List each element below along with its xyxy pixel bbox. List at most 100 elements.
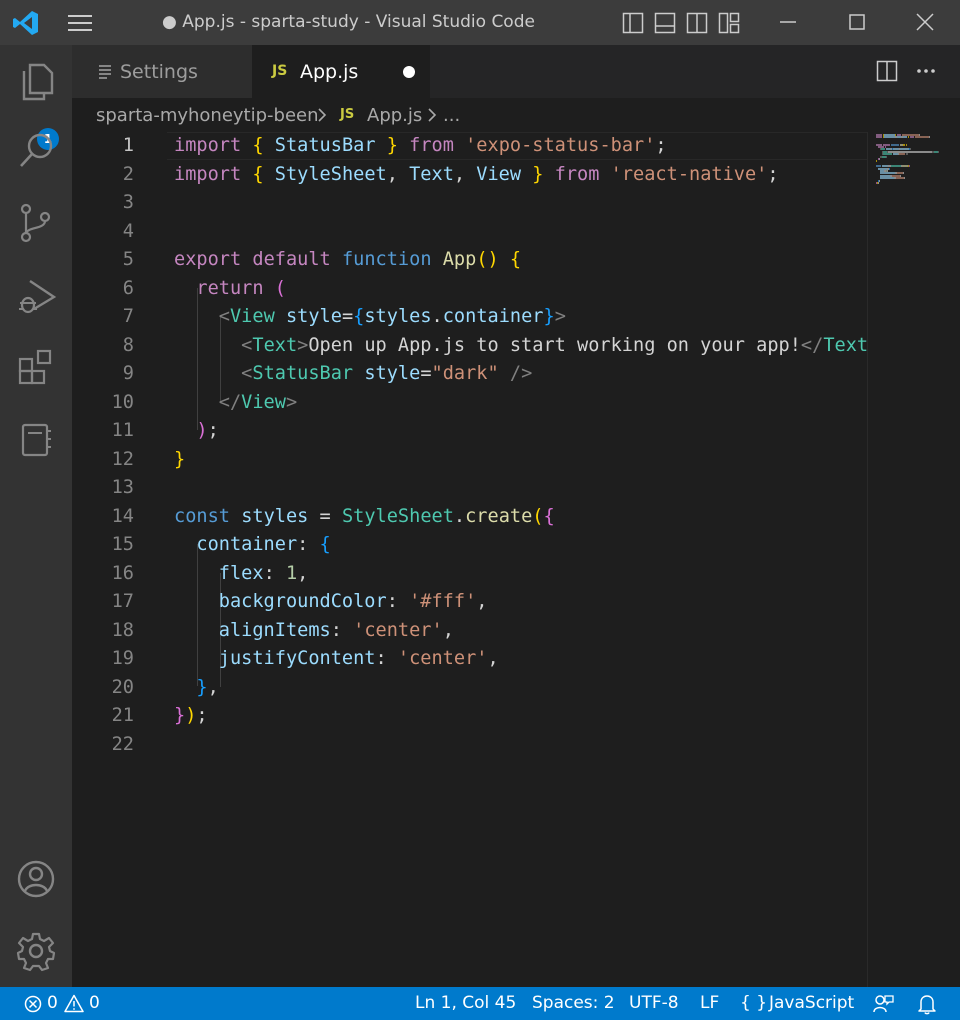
code-token: }	[386, 135, 398, 156]
code-token: create	[465, 505, 533, 527]
explorer-icon[interactable]	[14, 59, 58, 103]
code-token: return	[196, 277, 264, 299]
code-editor[interactable]: 1 import { StatusBar } from 'expo-status-…	[72, 132, 867, 987]
code-line[interactable]: 9 <StatusBar style="dark" />	[72, 360, 867, 389]
indentation[interactable]: Spaces: 2	[532, 993, 615, 1013]
minimize-icon[interactable]	[776, 10, 800, 34]
code-token: ,	[207, 676, 219, 698]
title-bar: ● App.js - sparta-study - Visual Studio …	[0, 0, 960, 45]
notebook-icon[interactable]	[14, 417, 58, 461]
editor-tab-bar: Settings JS App.js	[72, 45, 960, 98]
accounts-icon[interactable]	[14, 857, 58, 901]
code-line[interactable]: 10 </View>	[72, 389, 867, 418]
minimap[interactable]	[867, 132, 960, 987]
code-line[interactable]: 3	[72, 189, 867, 218]
hamburger-menu-icon[interactable]	[66, 12, 94, 34]
code-line[interactable]: 21});	[72, 702, 867, 731]
code-line[interactable]: 1 import { StatusBar } from 'expo-status-…	[72, 132, 867, 161]
code-token: ,	[297, 562, 309, 584]
code-text: return (	[174, 275, 286, 304]
encoding[interactable]: UTF-8	[629, 993, 679, 1013]
code-token: '#fff'	[409, 591, 477, 612]
code-token: import	[174, 135, 242, 156]
minimap-token	[879, 158, 880, 160]
code-line[interactable]: 7 <View style={styles.container}>	[72, 303, 867, 332]
line-number: 18	[111, 619, 134, 641]
code-token: export	[174, 249, 242, 270]
code-line[interactable]: 12}	[72, 446, 867, 475]
breadcrumb-file[interactable]: App.js	[367, 105, 422, 126]
maximize-icon[interactable]	[845, 10, 869, 34]
code-token: styles	[241, 505, 309, 527]
vscode-logo-icon[interactable]	[12, 9, 40, 37]
customize-layout-icon[interactable]	[718, 12, 740, 34]
extensions-icon[interactable]	[14, 345, 58, 389]
cursor-position[interactable]: Ln 1, Col 45	[415, 993, 516, 1013]
tab-settings[interactable]: Settings	[72, 45, 252, 98]
code-line[interactable]: 20 },	[72, 674, 867, 703]
warning-count[interactable]: 0	[89, 993, 100, 1013]
code-line[interactable]: 19 justifyContent: 'center',	[72, 645, 867, 674]
run-debug-icon[interactable]	[14, 273, 58, 317]
split-editor-icon[interactable]	[876, 60, 898, 82]
code-line[interactable]: 6 return (	[72, 275, 867, 304]
toggle-secondary-sidebar-icon[interactable]	[686, 12, 708, 34]
search-icon[interactable]	[14, 129, 58, 173]
code-line[interactable]: 18 alignItems: 'center',	[72, 617, 867, 646]
code-text: alignItems: 'center',	[174, 617, 454, 646]
error-icon[interactable]	[24, 995, 42, 1013]
code-line[interactable]: 16 flex: 1,	[72, 560, 867, 589]
feedback-icon[interactable]	[872, 993, 894, 1015]
code-text: <View style={styles.container}>	[174, 303, 566, 332]
code-token: Text	[252, 334, 298, 356]
minimap-token	[929, 136, 930, 139]
code-line[interactable]: 22	[72, 731, 867, 760]
breadcrumb-symbol[interactable]: ...	[443, 105, 460, 126]
code-line[interactable]: 14 const styles = StyleSheet.create({	[72, 503, 867, 532]
minimap-token	[876, 160, 877, 163]
language-mode[interactable]: JavaScript	[769, 993, 854, 1013]
code-line[interactable]: 15 container: {	[72, 531, 867, 560]
code-line[interactable]: 4	[72, 218, 867, 247]
line-number: 20	[111, 676, 134, 698]
code-token: backgroundColor	[218, 591, 387, 612]
code-text: backgroundColor: '#fff',	[174, 588, 488, 617]
minimap-token	[906, 143, 907, 146]
toggle-primary-sidebar-icon[interactable]	[622, 12, 644, 34]
code-line[interactable]: 17 backgroundColor: '#fff',	[72, 588, 867, 617]
code-token: {	[543, 505, 555, 527]
code-token: ;	[655, 135, 667, 156]
code-token: </	[800, 334, 824, 356]
code-line[interactable]: 8 <Text>Open up App.js to start working …	[72, 332, 867, 361]
line-number: 15	[111, 534, 134, 555]
code-token: {	[252, 135, 264, 156]
code-line[interactable]: 2 import { StyleSheet, Text, View } from …	[72, 161, 867, 190]
breadcrumb-folder[interactable]: sparta-myhoneytip-been	[96, 105, 319, 126]
warning-icon[interactable]	[64, 994, 84, 1013]
line-number: 6	[122, 277, 134, 299]
end-of-line[interactable]: LF	[700, 993, 719, 1013]
tab-app-js[interactable]: JS App.js	[252, 45, 430, 98]
code-token: >	[554, 306, 566, 327]
code-token: ;	[767, 163, 779, 185]
code-line[interactable]: 5 export default function App() {	[72, 246, 867, 275]
source-control-icon[interactable]	[14, 201, 58, 245]
toggle-panel-icon[interactable]	[654, 12, 676, 34]
close-icon[interactable]	[913, 10, 937, 34]
notifications-bell-icon[interactable]	[917, 993, 937, 1015]
code-token: }	[196, 676, 208, 698]
minimap-token	[879, 179, 880, 182]
more-actions-icon[interactable]	[914, 59, 938, 83]
code-line[interactable]: 11 );	[72, 417, 867, 446]
error-count[interactable]: 0	[47, 993, 58, 1013]
manage-gear-icon[interactable]	[14, 929, 58, 973]
line-number: 14	[111, 505, 134, 527]
code-line[interactable]: 13	[72, 474, 867, 503]
unsaved-dot-icon[interactable]	[403, 66, 415, 78]
